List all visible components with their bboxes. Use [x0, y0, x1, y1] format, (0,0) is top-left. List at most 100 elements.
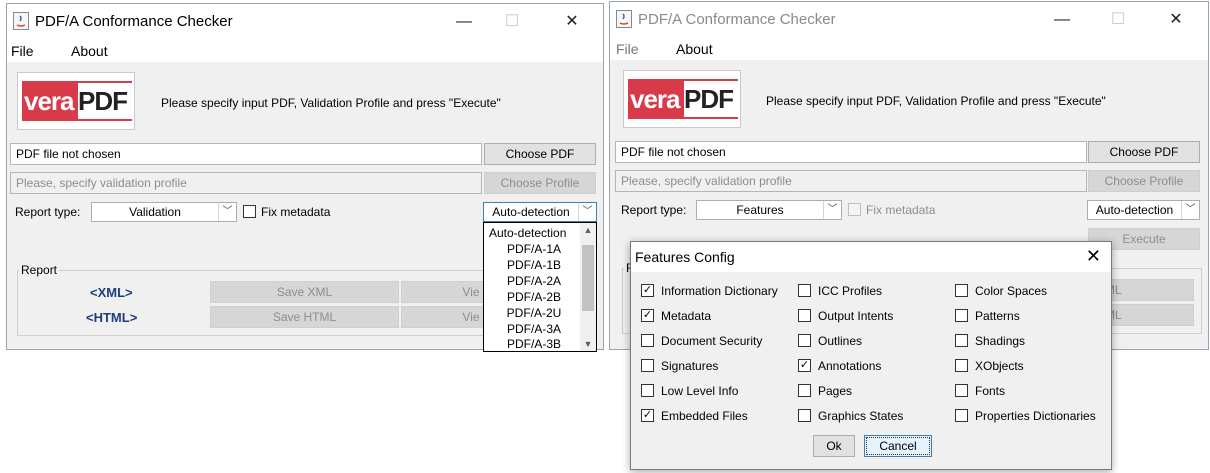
chevron-down-icon: ﹀: [578, 203, 596, 221]
menu-file[interactable]: File: [11, 43, 34, 59]
feature-checkbox[interactable]: [798, 309, 811, 322]
pdfa-flavour-select[interactable]: Auto-detection ﹀: [1087, 200, 1200, 220]
feature-checkbox[interactable]: [798, 284, 811, 297]
features-config-dialog: Features Config ✕ ✓ Information Dictiona…: [630, 241, 1112, 470]
view-xml-button[interactable]: ML: [1100, 279, 1194, 301]
html-link[interactable]: <HTML>: [86, 310, 137, 325]
choose-pdf-button[interactable]: Choose PDF: [1088, 141, 1200, 163]
logo-text-pdf: PDF: [684, 84, 734, 114]
feature-label: Shadings: [975, 334, 1026, 348]
maximize-button[interactable]: ☐: [1096, 6, 1140, 34]
fix-metadata-checkbox[interactable]: [848, 203, 861, 216]
scrollbar-thumb[interactable]: [582, 245, 594, 311]
feature-label: Outlines: [818, 334, 863, 348]
feature-checkbox[interactable]: [955, 334, 968, 347]
menu-about[interactable]: About: [71, 43, 108, 59]
close-button[interactable]: ✕: [550, 8, 594, 36]
feature-checkbox[interactable]: [798, 384, 811, 397]
fix-metadata-checkbox[interactable]: [243, 205, 256, 218]
feature-checkbox[interactable]: [641, 334, 654, 347]
close-icon[interactable]: ✕: [1086, 246, 1101, 267]
dialog-title-bar: Features Config ✕: [631, 242, 1111, 272]
ok-button[interactable]: Ok: [813, 435, 855, 457]
dropdown-option[interactable]: PDF/A-3B: [484, 336, 584, 352]
report-type-label: Report type:: [15, 205, 81, 219]
feature-label: Low Level Info: [661, 384, 739, 398]
pdfa-flavour-value: Auto-detection: [492, 205, 570, 219]
dropdown-option[interactable]: PDF/A-2A: [484, 273, 584, 289]
validation-profile-field[interactable]: Please, specify validation profile: [10, 172, 482, 194]
close-button[interactable]: ✕: [1154, 6, 1198, 34]
logo-text-pdf: PDF: [78, 86, 128, 116]
scroll-down-icon[interactable]: ▼: [580, 339, 596, 349]
dropdown-option[interactable]: PDF/A-1A: [484, 241, 584, 257]
feature-label: XObjects: [975, 359, 1024, 373]
dropdown-option[interactable]: PDF/A-2B: [484, 289, 584, 305]
feature-checkbox[interactable]: ✓: [641, 309, 654, 322]
feature-checkbox[interactable]: [955, 409, 968, 422]
fix-metadata-label: Fix metadata: [866, 203, 936, 217]
report-type-select[interactable]: Features ﹀: [696, 200, 842, 220]
java-app-icon: [616, 10, 632, 28]
report-type-select[interactable]: Validation ﹀: [91, 202, 237, 222]
instruction-text: Please specify input PDF, Validation Pro…: [766, 94, 1106, 108]
scroll-up-icon[interactable]: ▲: [580, 225, 596, 235]
feature-label: ICC Profiles: [818, 284, 883, 298]
dropdown-option[interactable]: PDF/A-2U: [484, 305, 584, 321]
title-bar: PDF/A Conformance Checker — ☐ ✕: [7, 4, 603, 40]
feature-checkbox[interactable]: [641, 384, 654, 397]
feature-checkbox[interactable]: ✓: [641, 284, 654, 297]
feature-checkbox[interactable]: ✓: [798, 359, 811, 372]
menu-about[interactable]: About: [676, 41, 713, 57]
feature-label: Embedded Files: [661, 409, 748, 423]
feature-checkbox[interactable]: [798, 334, 811, 347]
feature-label: Pages: [818, 384, 853, 398]
choose-profile-button[interactable]: Choose Profile: [1088, 170, 1200, 192]
feature-label: Annotations: [818, 359, 882, 373]
save-html-button[interactable]: Save HTML: [210, 306, 399, 328]
pdfa-flavour-select[interactable]: Auto-detection ﹀: [483, 202, 597, 222]
feature-checkbox[interactable]: [955, 284, 968, 297]
choose-profile-button[interactable]: Choose Profile: [484, 172, 596, 194]
feature-label: Fonts: [975, 384, 1006, 398]
chevron-down-icon: ﹀: [1181, 201, 1199, 219]
dropdown-option[interactable]: Auto-detection: [484, 225, 589, 241]
feature-label: Output Intents: [818, 309, 894, 323]
dropdown-option[interactable]: PDF/A-3A: [484, 321, 584, 337]
dropdown-option[interactable]: PDF/A-1B: [484, 257, 584, 273]
feature-checkbox[interactable]: [641, 359, 654, 372]
feature-checkbox[interactable]: [955, 309, 968, 322]
menu-bar: File About: [7, 40, 603, 62]
minimize-button[interactable]: —: [1040, 6, 1084, 34]
verapdf-logo: vera PDF: [17, 72, 135, 130]
feature-label: Properties Dictionaries: [975, 409, 1096, 423]
pdfa-flavour-value: Auto-detection: [1095, 203, 1174, 217]
pdf-file-field[interactable]: PDF file not chosen: [615, 141, 1087, 163]
validation-profile-field[interactable]: Please, specify validation profile: [615, 170, 1087, 192]
choose-pdf-button[interactable]: Choose PDF: [484, 143, 596, 165]
report-type-value: Validation: [129, 205, 181, 219]
minimize-button[interactable]: —: [442, 8, 486, 36]
feature-checkbox[interactable]: [798, 409, 811, 422]
feature-label: Color Spaces: [975, 284, 1048, 298]
maximize-button[interactable]: ☐: [490, 8, 534, 36]
feature-checkbox[interactable]: [955, 384, 968, 397]
dropdown-scrollbar[interactable]: ▲ ▼: [580, 223, 596, 351]
menu-file[interactable]: File: [616, 41, 639, 57]
cancel-button[interactable]: Cancel: [864, 435, 932, 457]
save-xml-button[interactable]: Save XML: [210, 281, 399, 303]
instruction-text: Please specify input PDF, Validation Pro…: [161, 96, 501, 110]
report-type-label: Report type:: [621, 203, 687, 217]
pdf-file-field[interactable]: PDF file not chosen: [10, 143, 482, 165]
dialog-title: Features Config: [635, 249, 735, 265]
feature-checkbox[interactable]: [955, 359, 968, 372]
feature-label: Metadata: [661, 309, 712, 323]
chevron-down-icon: ﹀: [823, 201, 841, 219]
chevron-down-icon: ﹀: [218, 203, 236, 221]
window-title: PDF/A Conformance Checker: [35, 13, 233, 30]
xml-link[interactable]: <XML>: [90, 285, 133, 300]
view-html-button[interactable]: ML: [1100, 304, 1194, 326]
logo-text-vera: vera: [630, 84, 680, 114]
report-group-title: Report: [19, 263, 60, 277]
feature-checkbox[interactable]: ✓: [641, 409, 654, 422]
